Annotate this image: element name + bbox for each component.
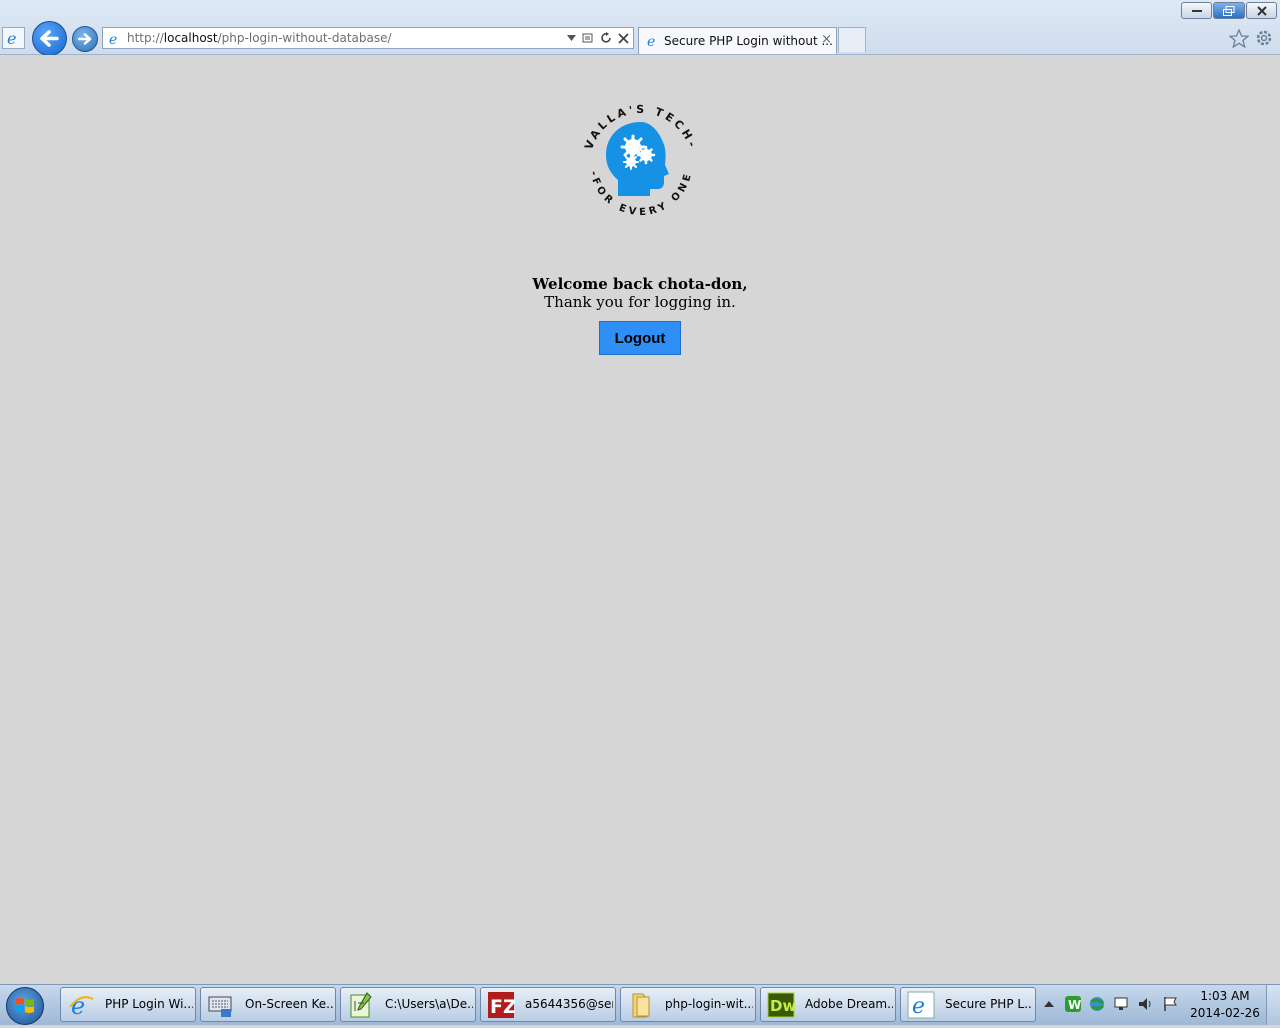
monitor-icon[interactable]: [1113, 995, 1131, 1013]
tools-gear-icon[interactable]: [1254, 28, 1274, 48]
favorites-star-icon[interactable]: [1229, 29, 1249, 48]
windows-taskbar: e PHP Login Wi... On-Screen Ke... C:\Use…: [0, 984, 1280, 1025]
stop-icon[interactable]: [618, 32, 629, 44]
restore-button[interactable]: [1213, 2, 1245, 19]
taskbar-item-filezilla[interactable]: FZ a5644356@ser...: [480, 987, 616, 1022]
svg-text:W: W: [1068, 998, 1081, 1012]
ie-page-icon[interactable]: e: [2, 27, 25, 49]
dreamweaver-icon: Dw: [767, 992, 795, 1018]
thanks-line: Thank you for logging in.: [544, 293, 736, 311]
welcome-message: Welcome back chota-don, Thank you for lo…: [0, 275, 1280, 311]
url-text: http://localhost/php-login-without-datab…: [127, 31, 392, 45]
shield-icon[interactable]: W: [1064, 995, 1082, 1013]
ie-icon: e: [69, 992, 94, 1019]
minimize-button[interactable]: [1181, 2, 1212, 19]
welcome-line: Welcome back chota-don,: [532, 275, 748, 293]
tab-title: Secure PHP Login without ...: [664, 34, 833, 48]
logout-button[interactable]: Logout: [599, 321, 681, 355]
action-center-flag-icon[interactable]: [1162, 995, 1180, 1013]
keyboard-icon: [208, 996, 232, 1017]
clock[interactable]: 1:03 AM 2014-02-26: [1190, 988, 1260, 1022]
svg-text:FZ: FZ: [490, 996, 515, 1018]
clock-time: 1:03 AM: [1200, 989, 1250, 1003]
refresh-icon[interactable]: [600, 32, 612, 44]
taskbar-item-on-screen-keyboard[interactable]: On-Screen Ke...: [200, 987, 336, 1022]
page-content: VALLA'S TECH- -FOR EVERY ONE Welcome bac…: [0, 55, 1280, 984]
svg-text:e: e: [71, 992, 85, 1019]
ie-tab-icon: e: [647, 34, 655, 49]
forward-button[interactable]: [72, 26, 98, 52]
close-window-button[interactable]: [1246, 2, 1277, 19]
taskbar-item-notepad[interactable]: C:\Users\a\De...: [340, 987, 476, 1022]
ie-icon: e: [907, 991, 935, 1019]
vallas-tech-logo: VALLA'S TECH- -FOR EVERY ONE: [582, 103, 696, 218]
taskbar-item-dreamweaver[interactable]: Dw Adobe Dream...: [760, 987, 896, 1022]
dropdown-arrow-icon[interactable]: [567, 35, 576, 41]
browser-toolbar: e e http://localhost/php-login-without-d…: [0, 0, 1280, 56]
ie-site-icon: e: [109, 32, 117, 47]
tab-secure-php-login[interactable]: e Secure PHP Login without ... ×: [638, 27, 837, 54]
back-button[interactable]: [32, 21, 67, 56]
taskbar-item-folder[interactable]: php-login-wit...: [620, 987, 756, 1022]
new-tab-button[interactable]: [838, 27, 866, 52]
svg-text:Dw: Dw: [770, 997, 795, 1015]
windows-logo-icon: [16, 998, 34, 1013]
show-desktop-button[interactable]: [1266, 985, 1280, 1025]
svg-text:e: e: [109, 32, 117, 47]
folder-icon: [632, 993, 650, 1018]
clock-date: 2014-02-26: [1190, 1006, 1260, 1020]
svg-text:e: e: [7, 29, 16, 48]
svg-text:e: e: [647, 34, 655, 49]
speaker-icon[interactable]: [1137, 995, 1155, 1013]
svg-text:e: e: [912, 994, 925, 1019]
address-bar[interactable]: e http://localhost/php-login-without-dat…: [102, 27, 634, 49]
filezilla-icon: FZ: [488, 992, 515, 1018]
compatibility-view-icon[interactable]: [582, 32, 594, 44]
arrow-right-icon: [77, 33, 92, 45]
arrow-left-icon: [40, 30, 59, 47]
taskbar-item-php-login[interactable]: e PHP Login Wi...: [60, 987, 196, 1022]
taskbar-item-secure-php-login[interactable]: e Secure PHP L...: [900, 987, 1036, 1022]
start-button[interactable]: [6, 987, 44, 1025]
show-hidden-icons-icon[interactable]: [1044, 1000, 1054, 1008]
notepad-icon: [350, 992, 372, 1018]
network-globe-icon[interactable]: [1088, 995, 1106, 1013]
tab-close-icon[interactable]: ×: [821, 32, 832, 47]
